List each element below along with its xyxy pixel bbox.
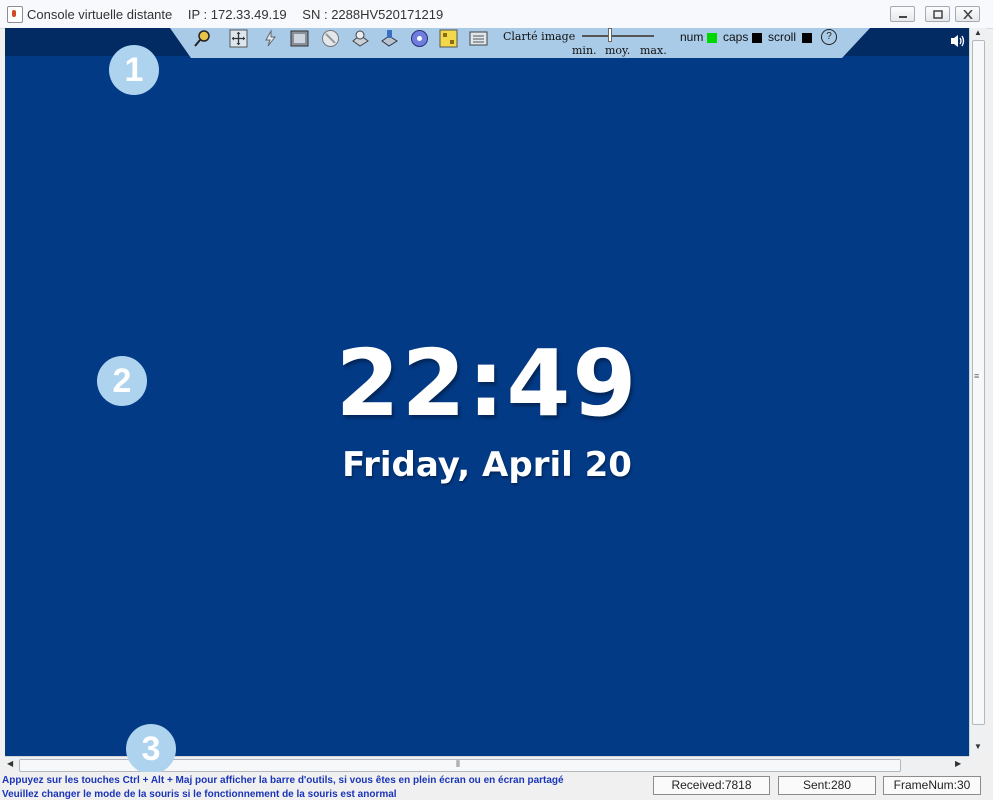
cdrom-icon[interactable] [410, 29, 429, 48]
keyboard-hint-text: Appuyez sur les touches Ctrl + Alt + Maj… [2, 775, 564, 786]
caps-lock-label: caps [723, 30, 749, 44]
java-app-icon [7, 6, 23, 23]
title-bar: Console virtuelle distante IP : 172.33.4… [0, 0, 993, 29]
speaker-icon[interactable] [950, 34, 966, 48]
lock-screen-date: Friday, April 20 [342, 445, 632, 485]
callout-marker-3: 3 [126, 724, 176, 774]
maximize-button[interactable] [925, 6, 950, 22]
clarity-slider-track[interactable] [582, 35, 654, 37]
window-title: Console virtuelle distante IP : 172.33.4… [27, 7, 455, 22]
close-icon [963, 10, 973, 19]
lock-screen-time: 22:49 [335, 330, 639, 437]
vertical-scrollbar[interactable]: ▲ ≡ ▼ [969, 28, 986, 756]
move-icon[interactable] [229, 29, 248, 48]
image-icon[interactable] [439, 29, 458, 48]
slider-max-label: max. [640, 44, 667, 57]
console-toolbar: Clarté image min. moy. max. num caps scr… [170, 28, 870, 58]
remote-screen[interactable]: Clarté image min. moy. max. num caps scr… [5, 28, 969, 756]
caps-lock-indicator [752, 33, 762, 43]
floppy-icon[interactable] [351, 29, 370, 48]
pin-icon[interactable] [193, 29, 212, 48]
mouse-hint-text: Veuillez changer le mode de la souris si… [2, 789, 397, 800]
slider-min-label: min. [572, 44, 597, 57]
status-bar: Appuyez sur les touches Ctrl + Alt + Maj… [0, 772, 993, 800]
scroll-lock-label: scroll [768, 30, 797, 44]
num-lock-indicator [707, 33, 717, 43]
scroll-down-arrow-icon[interactable]: ▼ [974, 742, 982, 751]
scroll-lock-indicator [802, 33, 812, 43]
vertical-scroll-thumb[interactable]: ≡ [972, 40, 985, 725]
frame-counter: FrameNum:30 [883, 776, 981, 795]
maximize-icon [933, 10, 943, 19]
keyboard-icon[interactable] [469, 29, 488, 48]
screenshot-icon[interactable] [290, 29, 309, 48]
window-title-text: Console virtuelle distante [27, 7, 173, 22]
received-counter: Received:7818 [653, 776, 770, 795]
minimize-button[interactable] [890, 6, 915, 22]
scroll-up-arrow-icon[interactable]: ▲ [974, 28, 982, 37]
num-lock-label: num [680, 30, 704, 44]
grip-icon: ⦀ [456, 759, 460, 769]
record-icon[interactable] [321, 29, 340, 48]
serial-number: SN : 2288HV520171219 [302, 7, 444, 22]
slider-mid-label: moy. [605, 44, 631, 57]
sent-counter: Sent:280 [778, 776, 876, 795]
close-button[interactable] [955, 6, 980, 22]
clarity-slider-thumb[interactable] [608, 28, 612, 42]
callout-marker-1: 1 [109, 45, 159, 95]
scroll-right-arrow-icon[interactable]: ▶ [955, 759, 961, 768]
grip-icon: ≡ [974, 371, 980, 381]
drive-icon[interactable] [380, 29, 399, 48]
scroll-left-arrow-icon[interactable]: ◀ [7, 759, 13, 768]
ip-address: IP : 172.33.49.19 [187, 7, 287, 22]
clarity-label: Clarté image [503, 30, 576, 43]
callout-marker-2: 2 [97, 356, 147, 406]
help-icon[interactable]: ? [821, 29, 837, 45]
power-icon[interactable] [261, 29, 280, 48]
minimize-icon [899, 16, 907, 18]
